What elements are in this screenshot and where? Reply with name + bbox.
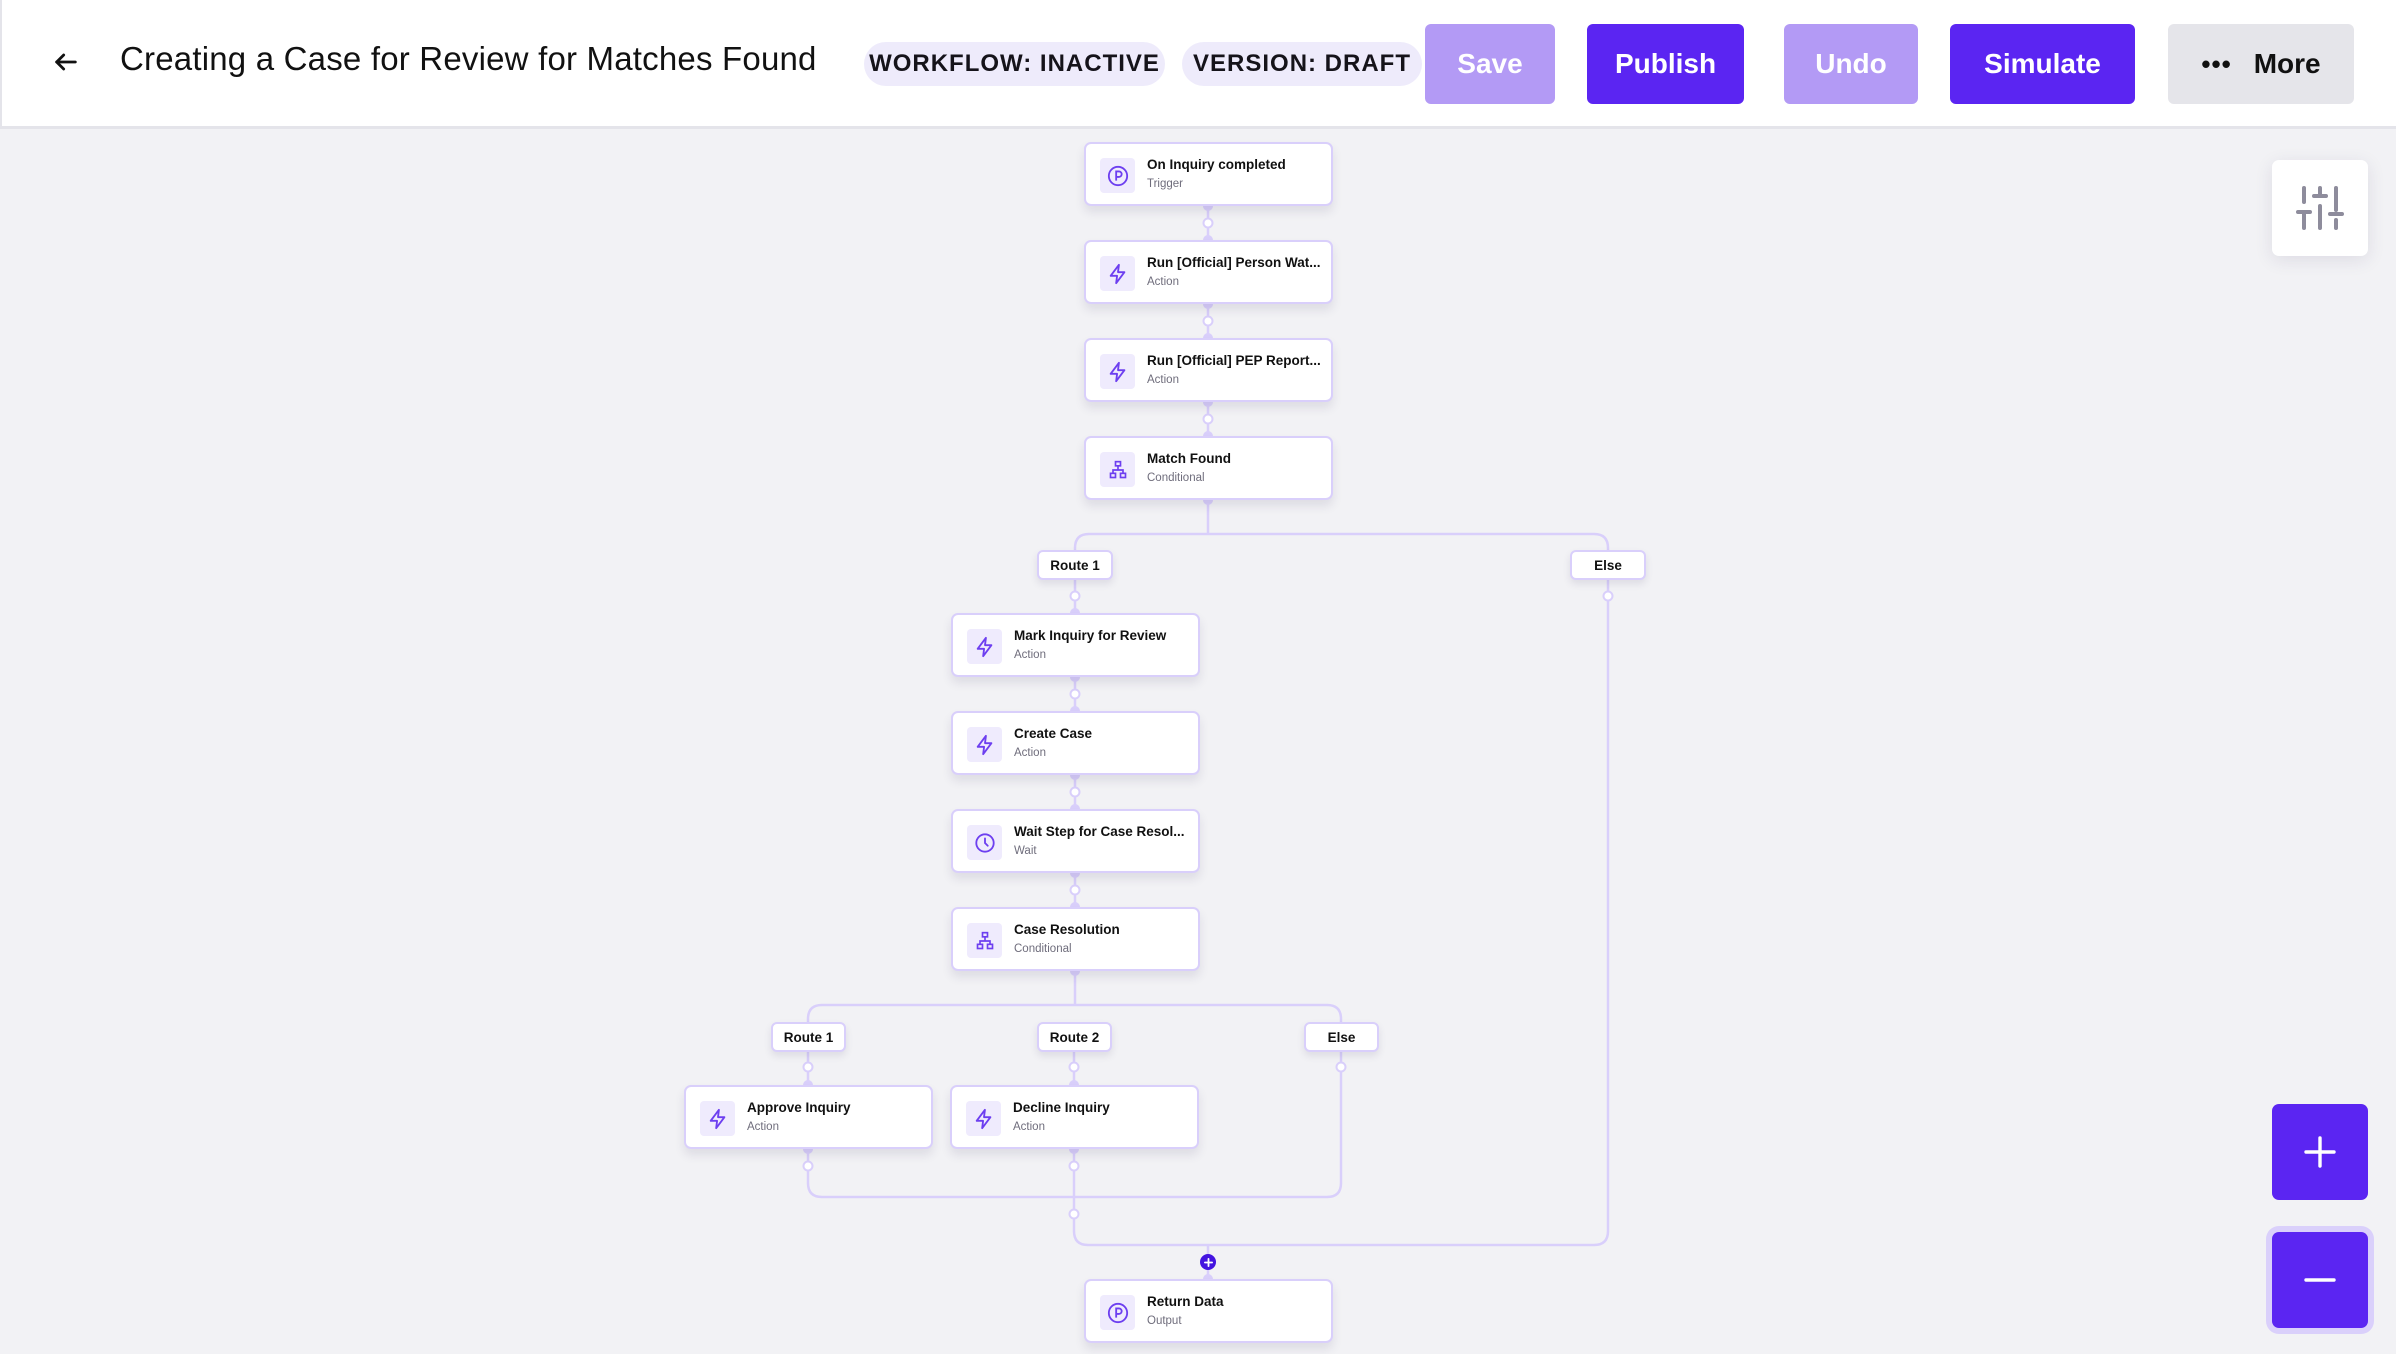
add-step-dot <box>1069 786 1081 798</box>
more-button[interactable]: ••• More <box>2168 24 2354 104</box>
route-label-else[interactable]: Else <box>1570 550 1646 580</box>
workflow-node-trigger[interactable]: On Inquiry completed Trigger <box>1084 142 1333 206</box>
node-type: Action <box>1014 747 1046 759</box>
workflow-node-mark-review[interactable]: Mark Inquiry for Review Action <box>951 613 1200 677</box>
add-step-dot <box>1202 413 1214 425</box>
node-title: Create Case <box>1014 726 1093 741</box>
add-step-dot <box>1202 217 1214 229</box>
lightning-icon <box>967 727 1002 762</box>
match-branch-line <box>1073 532 1610 550</box>
node-type: Wait <box>1014 845 1037 857</box>
plus-icon <box>2304 1136 2336 1168</box>
add-step-dot <box>1068 1061 1080 1073</box>
add-step-dot <box>1602 590 1614 602</box>
ellipsis-icon: ••• <box>2201 48 2232 79</box>
route-label-else[interactable]: Else <box>1304 1022 1379 1052</box>
add-step-dot <box>802 1061 814 1073</box>
node-title: Run [Official] PEP Report... <box>1147 353 1321 368</box>
back-button[interactable] <box>46 42 86 82</box>
plus-icon <box>1203 1257 1213 1267</box>
workflow-node-return-data[interactable]: Return Data Output <box>1084 1279 1333 1343</box>
node-title: Case Resolution <box>1014 922 1120 937</box>
persona-p-icon <box>1100 158 1135 193</box>
node-type: Action <box>1013 1121 1045 1133</box>
workflow-node-watchlist[interactable]: Run [Official] Person Wat... Action <box>1084 240 1333 304</box>
lightning-icon <box>966 1101 1001 1136</box>
node-title: Run [Official] Person Wat... <box>1147 255 1321 270</box>
arrow-left-icon <box>55 53 77 71</box>
lightning-icon <box>1100 256 1135 291</box>
clock-icon <box>967 825 1002 860</box>
node-type: Trigger <box>1147 178 1183 190</box>
workflow-node-pep[interactable]: Run [Official] PEP Report... Action <box>1084 338 1333 402</box>
workflow-node-match-found[interactable]: Match Found Conditional <box>1084 436 1333 500</box>
publish-button[interactable]: Publish <box>1587 24 1744 104</box>
node-title: Wait Step for Case Resol... <box>1014 824 1185 839</box>
add-step-dot <box>1069 590 1081 602</box>
node-title: Approve Inquiry <box>747 1100 851 1115</box>
workflow-node-decline[interactable]: Decline Inquiry Action <box>950 1085 1199 1149</box>
workflow-node-wait[interactable]: Wait Step for Case Resol... Wait <box>951 809 1200 873</box>
route-label-route-2[interactable]: Route 2 <box>1037 1022 1112 1052</box>
workflow-node-case-resolution[interactable]: Case Resolution Conditional <box>951 907 1200 971</box>
page-title: Creating a Case for Review for Matches F… <box>120 40 817 77</box>
workflow-status-badge: WORKFLOW: INACTIVE <box>864 42 1165 86</box>
add-step-dot <box>1069 688 1081 700</box>
add-step-dot <box>1335 1061 1347 1073</box>
zoom-out-button[interactable] <box>2272 1232 2368 1328</box>
lightning-icon <box>967 629 1002 664</box>
undo-button[interactable]: Undo <box>1784 24 1918 104</box>
persona-p-icon <box>1100 1295 1135 1330</box>
lightning-icon <box>1100 354 1135 389</box>
hierarchy-icon <box>1100 452 1135 487</box>
node-title: Mark Inquiry for Review <box>1014 628 1167 643</box>
node-title: On Inquiry completed <box>1147 157 1286 172</box>
add-step-dot <box>1068 1160 1080 1172</box>
add-step-dot <box>1202 315 1214 327</box>
node-type: Conditional <box>1147 472 1205 484</box>
zoom-in-button[interactable] <box>2272 1104 2368 1200</box>
version-status-badge: VERSION: DRAFT <box>1182 42 1422 86</box>
hierarchy-icon <box>967 923 1002 958</box>
add-step-dot <box>1069 884 1081 896</box>
simulate-button[interactable]: Simulate <box>1950 24 2135 104</box>
add-step-button[interactable] <box>1200 1254 1216 1270</box>
node-type: Action <box>1147 276 1179 288</box>
node-type: Action <box>1014 649 1046 661</box>
resolution-branch-line <box>806 1003 1343 1022</box>
workflow-node-approve[interactable]: Approve Inquiry Action <box>684 1085 933 1149</box>
more-label: More <box>2253 48 2321 79</box>
lightning-icon <box>700 1101 735 1136</box>
node-type: Output <box>1147 1315 1182 1327</box>
node-title: Return Data <box>1147 1294 1224 1309</box>
route-label-route-1[interactable]: Route 1 <box>771 1022 846 1052</box>
sliders-icon <box>2296 186 2344 230</box>
node-type: Action <box>1147 374 1179 386</box>
node-type: Action <box>747 1121 779 1133</box>
top-bar: Creating a Case for Review for Matches F… <box>0 0 2396 129</box>
node-title: Match Found <box>1147 451 1231 466</box>
add-step-dot <box>802 1160 814 1172</box>
save-button[interactable]: Save <box>1425 24 1555 104</box>
minus-icon <box>2304 1278 2336 1282</box>
add-step-dot <box>1068 1208 1080 1220</box>
workflow-node-create-case[interactable]: Create Case Action <box>951 711 1200 775</box>
node-title: Decline Inquiry <box>1013 1100 1110 1115</box>
node-type: Conditional <box>1014 943 1072 955</box>
route-label-route-1[interactable]: Route 1 <box>1037 550 1113 580</box>
canvas-settings-button[interactable] <box>2272 160 2368 256</box>
